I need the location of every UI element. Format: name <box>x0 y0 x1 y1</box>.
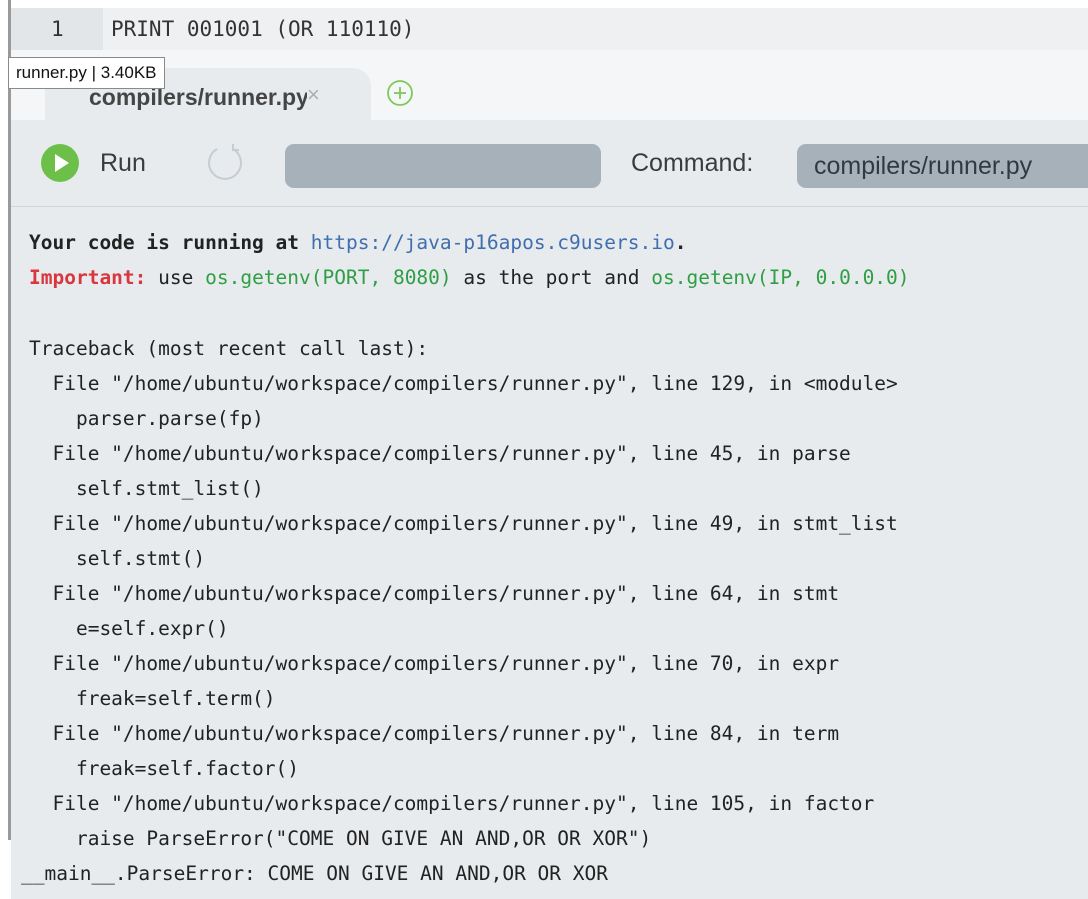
code-text[interactable]: PRINT 001001 (OR 110110) <box>111 17 414 41</box>
close-icon[interactable]: × <box>307 82 320 108</box>
command-input[interactable]: compilers/runner.py <box>797 144 1088 188</box>
important-middle: as the port and <box>451 266 652 289</box>
file-tooltip: runner.py | 3.40KB <box>8 57 165 89</box>
important-message: Important: use os.getenv(PORT, 8080) as … <box>29 266 910 289</box>
traceback-line: File "/home/ubuntu/workspace/compilers/r… <box>29 442 851 465</box>
traceback-line: File "/home/ubuntu/workspace/compilers/r… <box>29 792 875 815</box>
port-expression: os.getenv(PORT, 8080) <box>205 266 452 289</box>
traceback-line: File "/home/ubuntu/workspace/compilers/r… <box>29 372 898 395</box>
traceback-line: Traceback (most recent call last): <box>29 337 429 360</box>
important-label: Important: <box>29 266 147 289</box>
traceback-line: raise ParseError("COME ON GIVE AN AND,OR… <box>29 827 652 850</box>
ip-expression: os.getenv(IP, 0.0.0.0) <box>651 266 910 289</box>
line-number: 1 <box>51 17 64 41</box>
plus-circle-icon[interactable] <box>385 78 415 108</box>
traceback-line: self.stmt_list() <box>29 477 264 500</box>
running-url-link[interactable]: https://java-p16apos.c9users.io <box>311 231 675 254</box>
important-use: use <box>146 266 206 289</box>
error-message: __main__.ParseError: COME ON GIVE AN AND… <box>21 862 608 885</box>
traceback-line: parser.parse(fp) <box>29 407 264 430</box>
running-prefix: Your code is running at <box>29 231 311 254</box>
traceback-line: File "/home/ubuntu/workspace/compilers/r… <box>29 722 840 745</box>
traceback-line: self.stmt() <box>29 547 206 570</box>
traceback-line: e=self.expr() <box>29 617 229 640</box>
traceback-line: freak=self.factor() <box>29 757 300 780</box>
tab-strip: compilers/runner.py × <box>11 50 1088 120</box>
running-message: Your code is running at https://java-p16… <box>29 231 686 254</box>
running-suffix: . <box>674 231 687 254</box>
traceback-line: File "/home/ubuntu/workspace/compilers/r… <box>29 582 840 605</box>
run-status-field <box>285 144 601 188</box>
restart-icon[interactable] <box>203 141 247 185</box>
traceback-line: freak=self.term() <box>29 687 276 710</box>
traceback-line: File "/home/ubuntu/workspace/compilers/r… <box>29 652 840 675</box>
run-toolbar: Run Command: compilers/runner.py <box>11 120 1088 207</box>
play-circle-icon[interactable] <box>40 143 80 183</box>
command-label: Command: <box>631 149 754 177</box>
run-button[interactable]: Run <box>100 149 146 178</box>
editor-line[interactable]: 1 PRINT 001001 (OR 110110) <box>11 8 1088 50</box>
traceback-line: File "/home/ubuntu/workspace/compilers/r… <box>29 512 898 535</box>
console-output: Your code is running at https://java-p16… <box>11 207 1088 899</box>
